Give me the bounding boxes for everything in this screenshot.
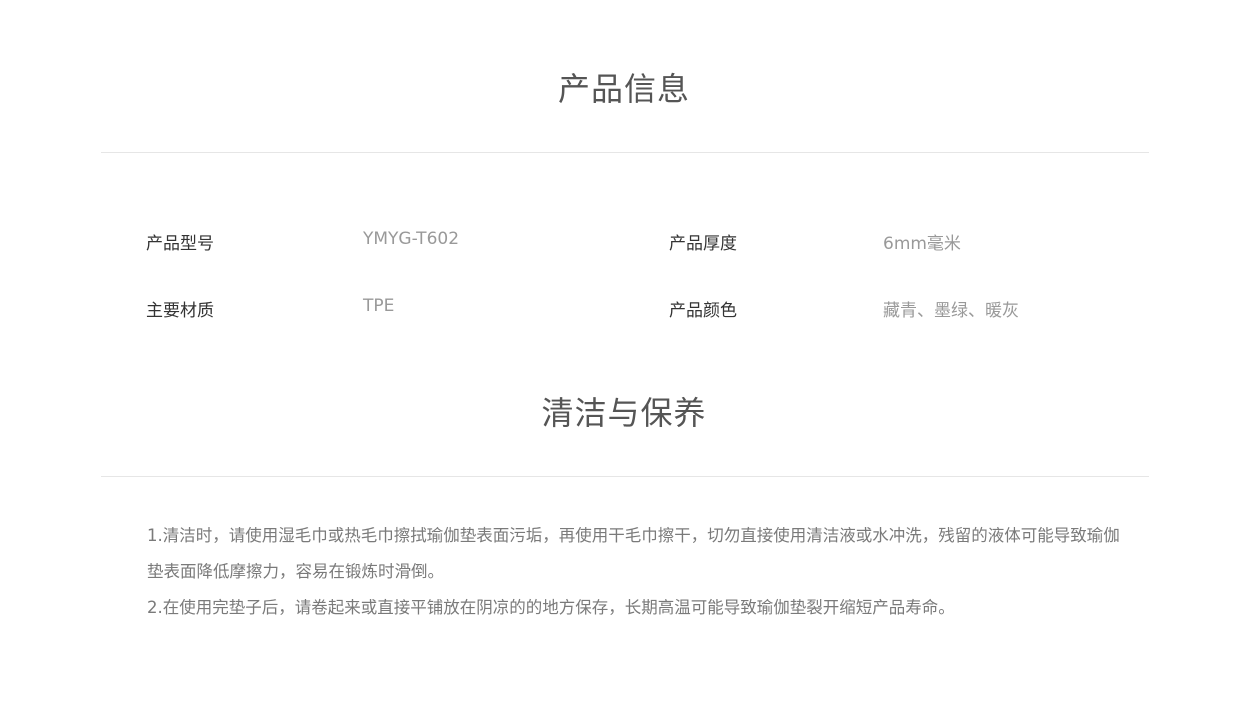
spec-value-model: YMYG-T602 (363, 229, 460, 249)
care-instructions: 1.清洁时，请使用湿毛巾或热毛巾擦拭瑜伽垫表面污垢，再使用干毛巾擦干，切勿直接使… (147, 518, 1127, 626)
care-item-1: 1.清洁时，请使用湿毛巾或热毛巾擦拭瑜伽垫表面污垢，再使用干毛巾擦干，切勿直接使… (147, 526, 1120, 581)
spec-label-thickness: 产品厚度 (669, 234, 737, 254)
care-item-2: 2.在使用完垫子后，请卷起来或直接平铺放在阴凉的的地方保存，长期高温可能导致瑜伽… (147, 598, 955, 617)
spec-label-material: 主要材质 (146, 301, 214, 321)
care-title: 清洁与保养 (541, 394, 707, 432)
product-info-title: 产品信息 (557, 70, 690, 108)
spec-label-color: 产品颜色 (669, 301, 737, 321)
spec-value-color: 藏青、墨绿、暖灰 (883, 301, 1019, 321)
care-divider (101, 476, 1149, 477)
product-info-divider (101, 152, 1149, 153)
spec-label-model: 产品型号 (146, 234, 214, 254)
spec-value-material: TPE (363, 296, 395, 316)
spec-value-thickness: 6mm毫米 (883, 234, 961, 254)
